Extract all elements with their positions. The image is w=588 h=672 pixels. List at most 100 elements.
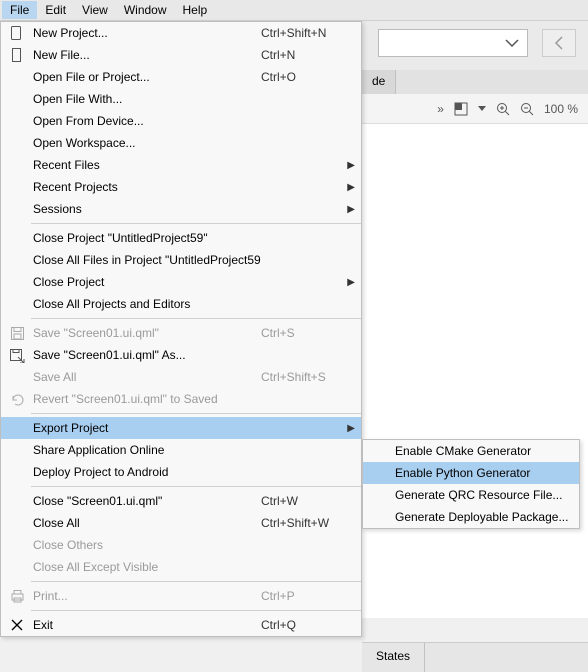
- fill-toggle-icon[interactable]: [454, 102, 468, 116]
- menu-item-shortcut: Ctrl+Shift+N: [261, 26, 341, 40]
- menu-separator: [31, 223, 361, 224]
- back-button[interactable]: [542, 29, 576, 57]
- menu-item-close-project-untitledproject59[interactable]: Close Project "UntitledProject59": [1, 227, 361, 249]
- menu-item-label: Open From Device...: [29, 114, 261, 128]
- menu-item-label: Revert "Screen01.ui.qml" to Saved: [29, 392, 261, 406]
- menu-item-label: Close All Projects and Editors: [29, 297, 261, 311]
- new-file-icon: [5, 47, 29, 63]
- file-menu-dropdown: New Project...Ctrl+Shift+NNew File...Ctr…: [0, 21, 362, 637]
- menu-item-label: Close Project "UntitledProject59": [29, 231, 261, 245]
- print-icon: [5, 589, 29, 603]
- menu-item-open-workspace[interactable]: Open Workspace...: [1, 132, 361, 154]
- menu-item-label: Sessions: [29, 202, 261, 216]
- menu-item-label: New Project...: [29, 26, 261, 40]
- chevron-left-icon: [554, 36, 564, 50]
- states-panel: States: [362, 642, 588, 672]
- menu-item-shortcut: Ctrl+Shift+S: [261, 370, 341, 384]
- submenu-arrow-icon: ▶: [341, 160, 355, 171]
- menu-item-label: New File...: [29, 48, 261, 62]
- save-icon: [5, 326, 29, 341]
- menu-item-recent-projects[interactable]: Recent Projects▶: [1, 176, 361, 198]
- menubar-item-view[interactable]: View: [74, 1, 116, 19]
- menu-item-open-file-with[interactable]: Open File With...: [1, 88, 361, 110]
- menu-item-label: Close "Screen01.ui.qml": [29, 494, 261, 508]
- menu-item-shortcut: Ctrl+Shift+W: [261, 516, 341, 530]
- menu-item-close-project[interactable]: Close Project ▶: [1, 271, 361, 293]
- menubar-item-window[interactable]: Window: [116, 1, 175, 19]
- export-project-submenu: Enable CMake Generator Enable Python Gene…: [362, 439, 580, 529]
- menu-item-close-all-files-in-project-untitledproject59[interactable]: Close All Files in Project "UntitledProj…: [1, 249, 361, 271]
- menu-item-share-application-online[interactable]: Share Application Online: [1, 439, 361, 461]
- menu-item-shortcut: Ctrl+S: [261, 326, 341, 340]
- menu-item-shortcut: Ctrl+N: [261, 48, 341, 62]
- menubar: FileEditViewWindowHelp: [0, 0, 588, 21]
- chevron-down-icon: [505, 39, 519, 47]
- menu-item-new-project[interactable]: New Project...Ctrl+Shift+N: [1, 22, 361, 44]
- submenu-arrow-icon: ▶: [341, 204, 355, 215]
- menu-separator: [31, 318, 361, 319]
- menu-item-deploy-project-to-android[interactable]: Deploy Project to Android: [1, 461, 361, 483]
- menu-item-label: Print...: [29, 589, 261, 603]
- menu-item-label: Export Project: [29, 421, 261, 435]
- menu-separator: [31, 581, 361, 582]
- menubar-item-edit[interactable]: Edit: [37, 1, 74, 19]
- new-project-icon: [5, 25, 29, 41]
- menubar-item-file[interactable]: File: [2, 1, 37, 19]
- submenu-item-label: Enable CMake Generator: [391, 444, 573, 458]
- submenu-item-enable-python-generator[interactable]: Enable Python Generator: [363, 462, 579, 484]
- menu-item-close-all-except-visible: Close All Except Visible: [1, 556, 361, 578]
- menu-item-label: Deploy Project to Android: [29, 465, 261, 479]
- revert-icon: [5, 392, 29, 407]
- menu-item-save-screen01-ui-qml-as[interactable]: Save "Screen01.ui.qml" As...: [1, 344, 361, 366]
- menu-item-label: Close Project: [29, 275, 261, 289]
- menu-item-open-from-device[interactable]: Open From Device...: [1, 110, 361, 132]
- menu-item-label: Close All Except Visible: [29, 560, 261, 574]
- submenu-arrow-icon: ▶: [341, 182, 355, 193]
- design-canvas[interactable]: [362, 124, 588, 618]
- menu-item-open-file-or-project[interactable]: Open File or Project...Ctrl+O: [1, 66, 361, 88]
- menu-item-recent-files[interactable]: Recent Files ▶: [1, 154, 361, 176]
- menu-item-label: Close All Files in Project "UntitledProj…: [29, 253, 261, 267]
- zoom-in-icon[interactable]: [496, 102, 510, 116]
- menu-item-close-all[interactable]: Close AllCtrl+Shift+W: [1, 512, 361, 534]
- states-tab[interactable]: States: [362, 643, 425, 672]
- view-selector[interactable]: [378, 29, 528, 57]
- menu-item-close-others: Close Others: [1, 534, 361, 556]
- menu-item-close-all-projects-and-editors[interactable]: Close All Projects and Editors: [1, 293, 361, 315]
- exit-icon: [5, 618, 29, 632]
- zoom-level[interactable]: 100 %: [544, 102, 578, 116]
- submenu-item-label: Generate Deployable Package...: [391, 510, 573, 524]
- zoom-toolbar: » 100 %: [362, 94, 588, 124]
- dropdown-caret-icon[interactable]: [478, 106, 486, 111]
- menu-item-close-screen01-ui-qml[interactable]: Close "Screen01.ui.qml"Ctrl+W: [1, 490, 361, 512]
- menu-item-label: Recent Files: [29, 158, 261, 172]
- menu-item-label: Exit: [29, 618, 261, 632]
- submenu-item-label: Generate QRC Resource File...: [391, 488, 573, 502]
- menu-item-export-project[interactable]: Export Project ▶: [1, 417, 361, 439]
- menu-item-exit[interactable]: ExitCtrl+Q: [1, 614, 361, 636]
- submenu-item-enable-cmake-generator[interactable]: Enable CMake Generator: [363, 440, 579, 462]
- overflow-icon[interactable]: »: [437, 102, 444, 116]
- submenu-item-generate-deployable-package[interactable]: Generate Deployable Package...: [363, 506, 579, 528]
- menu-item-label: Open File With...: [29, 92, 261, 106]
- submenu-arrow-icon: ▶: [341, 423, 355, 434]
- menu-item-print: Print...Ctrl+P: [1, 585, 361, 607]
- menu-item-shortcut: Ctrl+W: [261, 494, 341, 508]
- editor-tab[interactable]: de: [362, 70, 396, 94]
- menu-item-revert-screen01-ui-qml-to-saved: Revert "Screen01.ui.qml" to Saved: [1, 388, 361, 410]
- menu-item-shortcut: Ctrl+P: [261, 589, 341, 603]
- menu-item-label: Open File or Project...: [29, 70, 261, 84]
- editor-tabbar: de: [362, 70, 588, 94]
- menu-item-label: Save "Screen01.ui.qml": [29, 326, 261, 340]
- menu-item-sessions[interactable]: Sessions ▶: [1, 198, 361, 220]
- menu-separator: [31, 486, 361, 487]
- submenu-item-generate-qrc-resource-file[interactable]: Generate QRC Resource File...: [363, 484, 579, 506]
- zoom-out-icon[interactable]: [520, 102, 534, 116]
- menu-item-new-file[interactable]: New File...Ctrl+N: [1, 44, 361, 66]
- menu-item-label: Open Workspace...: [29, 136, 261, 150]
- menu-item-shortcut: Ctrl+O: [261, 70, 341, 84]
- submenu-arrow-icon: ▶: [341, 277, 355, 288]
- menu-item-label: Close Others: [29, 538, 261, 552]
- menubar-item-help[interactable]: Help: [175, 1, 216, 19]
- menu-item-save-all: Save AllCtrl+Shift+S: [1, 366, 361, 388]
